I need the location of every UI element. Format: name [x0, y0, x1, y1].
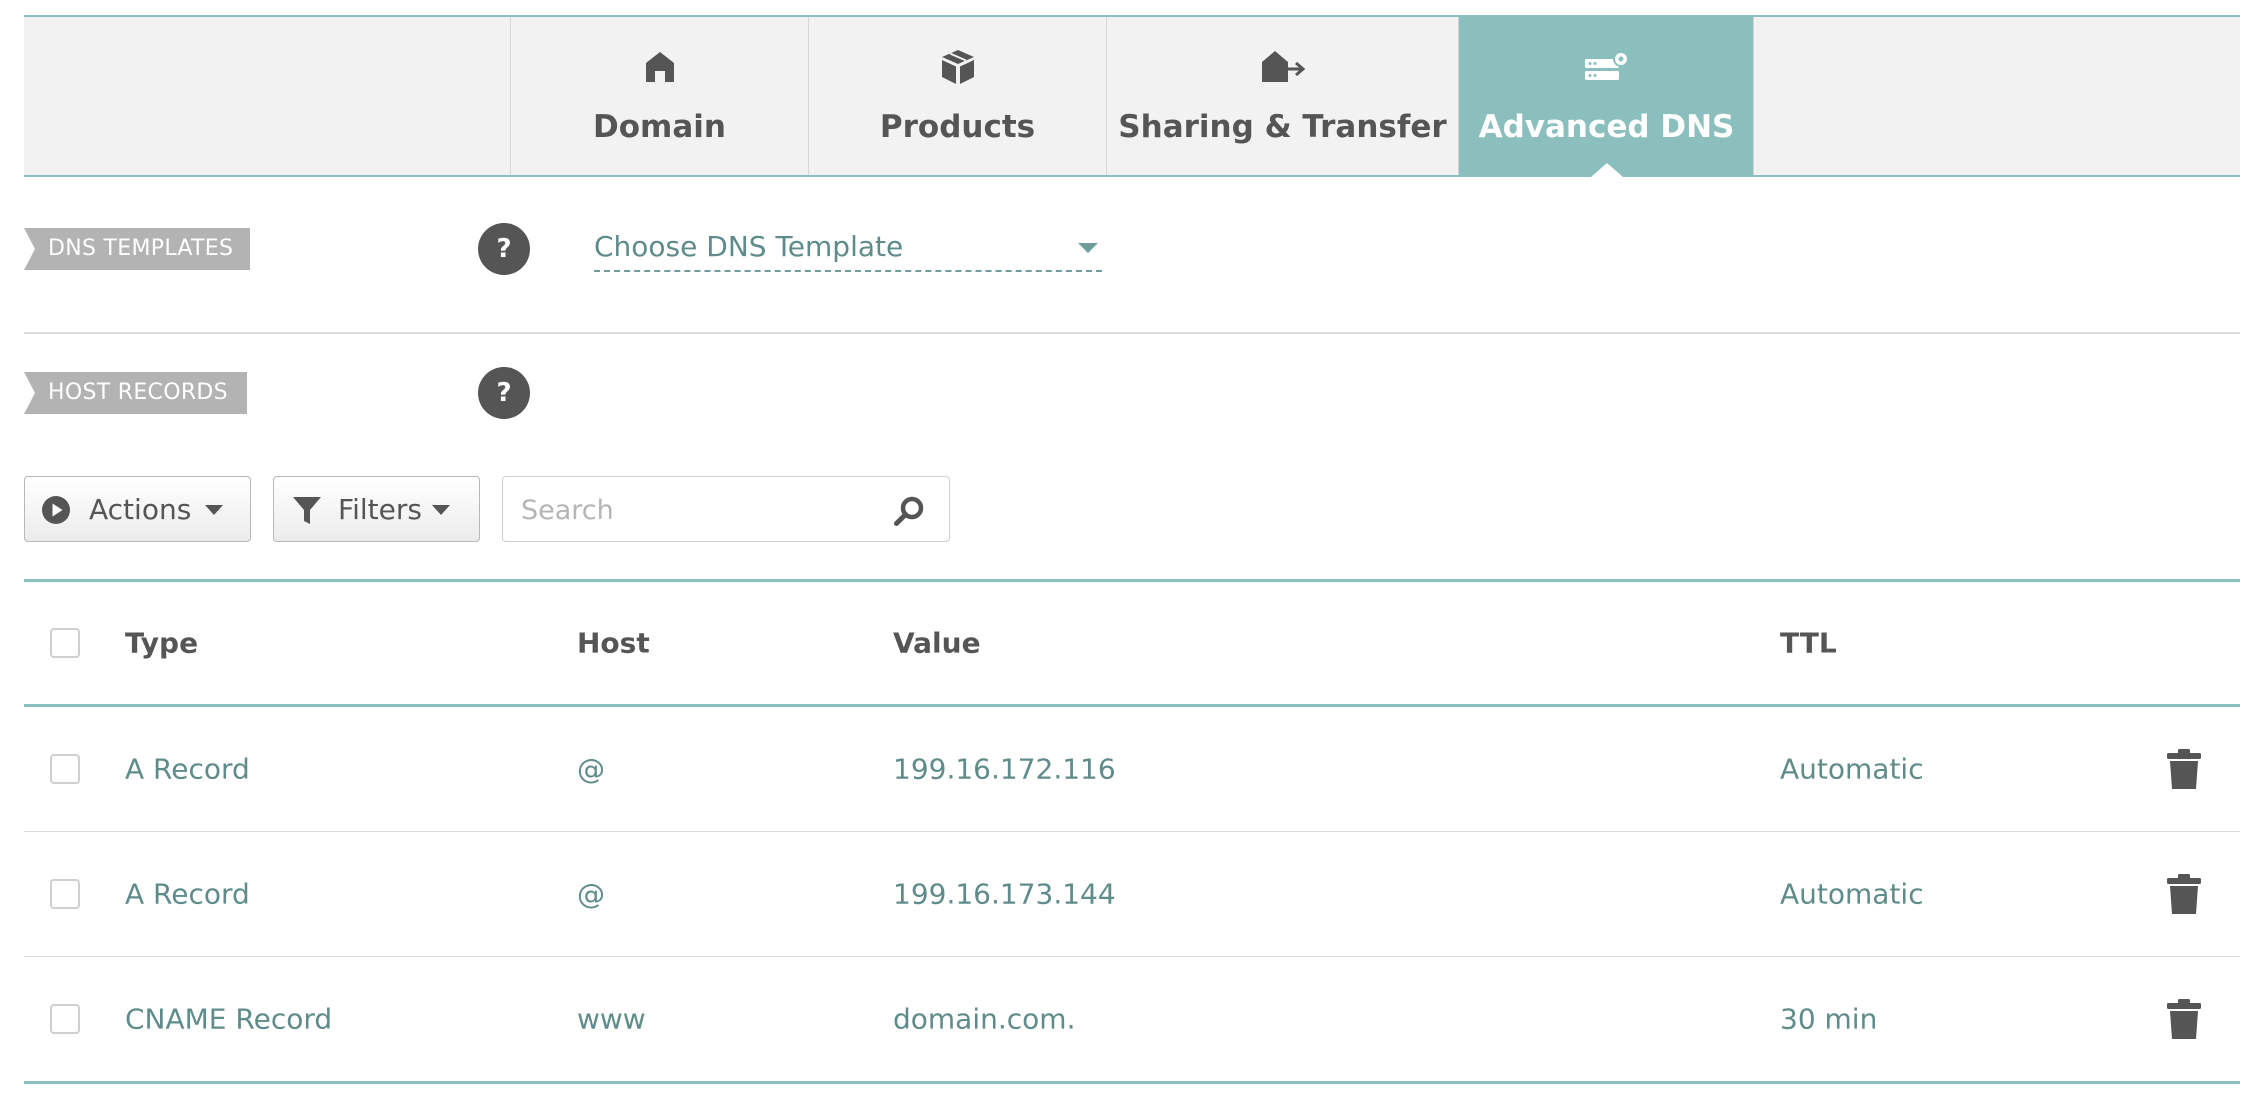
record-host[interactable]: @ [577, 753, 605, 786]
record-value[interactable]: 199.16.173.144 [893, 878, 1116, 911]
column-header-ttl: TTL [1780, 626, 1837, 660]
column-header-value: Value [893, 626, 981, 660]
actions-label: Actions [89, 493, 192, 526]
trash-icon[interactable] [2166, 998, 2202, 1040]
house-icon [645, 52, 674, 82]
dns-template-select-value: Choose DNS Template [594, 230, 904, 263]
record-value[interactable]: domain.com. [893, 1003, 1075, 1036]
host-records-help-button[interactable]: ? [478, 367, 530, 419]
column-header-type: Type [125, 626, 199, 660]
chevron-down-icon [432, 505, 450, 515]
box-icon [941, 50, 974, 84]
row-checkbox[interactable] [50, 879, 80, 909]
record-ttl[interactable]: Automatic [1780, 753, 1924, 786]
dns-template-select[interactable]: Choose DNS Template [594, 228, 1102, 272]
record-ttl[interactable]: 30 min [1780, 1003, 1877, 1036]
row-checkbox[interactable] [50, 1004, 80, 1034]
record-host[interactable]: @ [577, 878, 605, 911]
search-icon[interactable] [893, 495, 925, 527]
column-header-host: Host [577, 626, 650, 660]
record-value[interactable]: 199.16.172.116 [893, 753, 1116, 786]
tab-sharing-transfer[interactable]: Sharing & Transfer [1106, 17, 1458, 175]
server-gear-icon [1584, 51, 1629, 80]
funnel-icon [293, 497, 321, 524]
house-arrow-icon [1261, 51, 1305, 82]
table-row: CNAME Record www domain.com. 30 min [24, 957, 2240, 1084]
advanced-dns-page: Domain Products Sharing & Transfer Advan… [0, 0, 2258, 1098]
tab-advanced-dns-label: Advanced DNS [1478, 109, 1735, 145]
section-divider [24, 332, 2240, 334]
table-header: Type Host Value TTL [24, 582, 2240, 707]
actions-dropdown-button[interactable]: Actions [24, 476, 251, 542]
domain-tab-bar: Domain Products Sharing & Transfer Advan… [24, 15, 2240, 177]
trash-icon[interactable] [2166, 873, 2202, 915]
tab-products-label: Products [879, 109, 1036, 145]
filters-label: Filters [338, 493, 422, 526]
tab-advanced-dns[interactable]: Advanced DNS [1458, 17, 1754, 175]
row-checkbox[interactable] [50, 754, 80, 784]
tab-sharing-transfer-label: Sharing & Transfer [1118, 109, 1447, 145]
dns-templates-help-button[interactable]: ? [478, 223, 530, 275]
host-records-heading: HOST RECORDS [24, 372, 247, 414]
host-records-table: Type Host Value TTL A Record @ 199.16.17… [24, 579, 2240, 1084]
dns-templates-heading: DNS TEMPLATES [24, 228, 250, 270]
chevron-down-icon [205, 505, 223, 515]
tab-domain-label: Domain [593, 109, 726, 145]
record-type[interactable]: CNAME Record [125, 1003, 332, 1036]
trash-icon[interactable] [2166, 748, 2202, 790]
search-box [502, 476, 950, 542]
tab-products[interactable]: Products [808, 17, 1106, 175]
select-all-checkbox[interactable] [50, 628, 80, 658]
play-circle-icon [42, 496, 70, 524]
search-input[interactable] [519, 489, 883, 531]
chevron-down-icon [1078, 243, 1098, 253]
record-type[interactable]: A Record [125, 753, 250, 786]
record-type[interactable]: A Record [125, 878, 250, 911]
filters-dropdown-button[interactable]: Filters [273, 476, 480, 542]
table-row: A Record @ 199.16.173.144 Automatic [24, 832, 2240, 957]
record-host[interactable]: www [577, 1003, 646, 1036]
tab-divider [1753, 17, 1754, 175]
record-ttl[interactable]: Automatic [1780, 878, 1924, 911]
table-row: A Record @ 199.16.172.116 Automatic [24, 707, 2240, 832]
tab-domain[interactable]: Domain [510, 17, 808, 175]
